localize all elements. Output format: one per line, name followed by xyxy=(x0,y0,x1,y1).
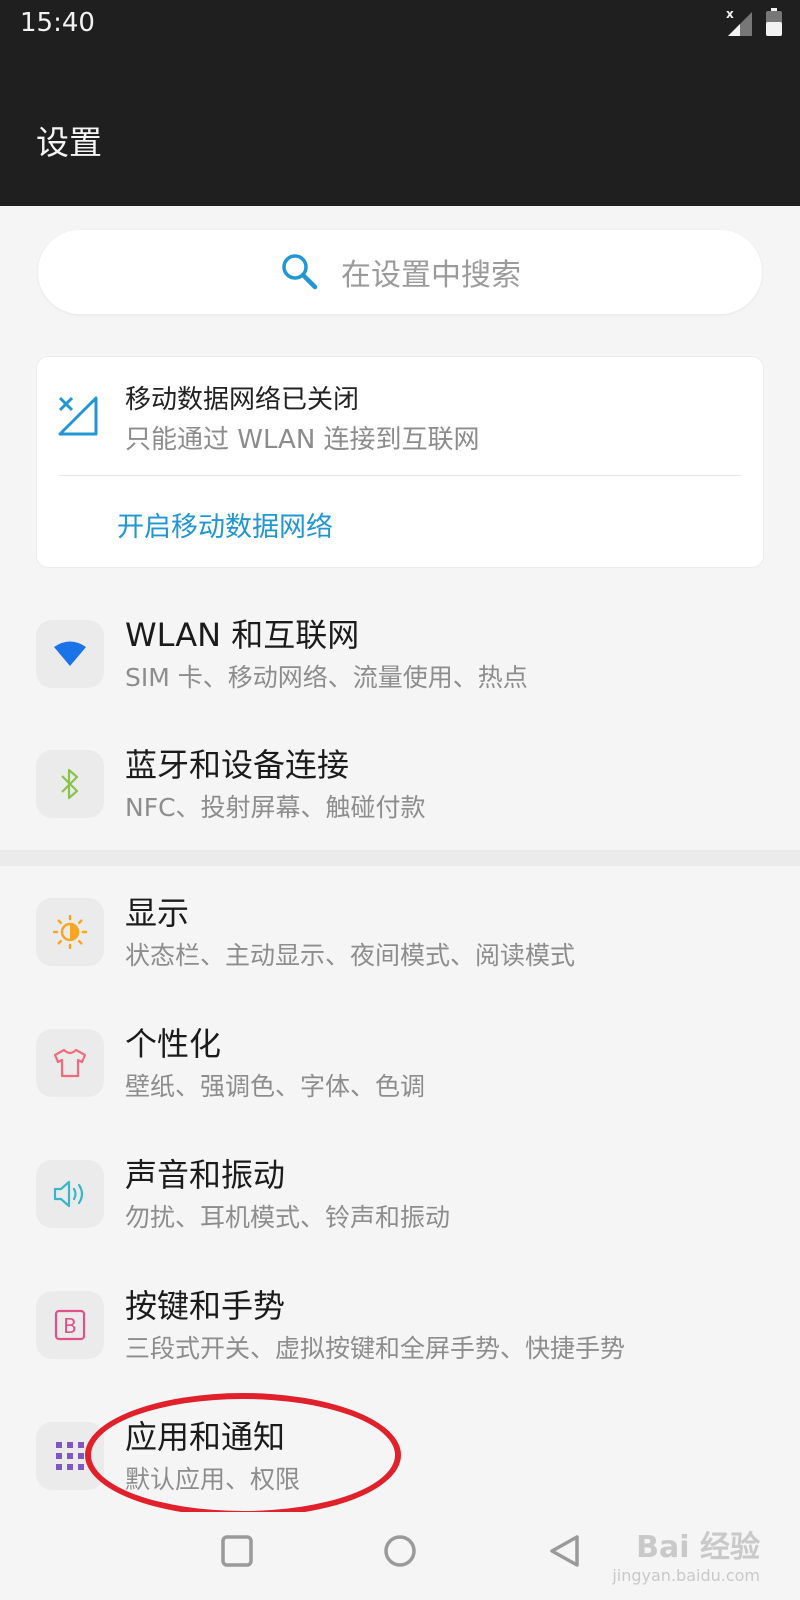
settings-item-subtitle: 勿扰、耳机模式、铃声和振动 xyxy=(125,1203,451,1232)
settings-item-personalization[interactable]: 个性化 壁纸、强调色、字体、色调 xyxy=(0,1025,800,1149)
settings-item-subtitle: 壁纸、强调色、字体、色调 xyxy=(125,1072,426,1101)
settings-item-title: 蓝牙和设备连接 xyxy=(125,746,350,784)
home-button[interactable] xyxy=(383,1534,417,1568)
bluetooth-icon xyxy=(36,750,104,818)
svg-text:x: x xyxy=(726,8,734,21)
speaker-icon xyxy=(36,1160,104,1228)
settings-item-subtitle: SIM 卡、移动网络、流量使用、热点 xyxy=(125,663,528,692)
baidu-watermark: Bai 经验 jingyan.baidu.com xyxy=(612,1522,760,1585)
divider xyxy=(59,475,741,476)
status-icons: x xyxy=(726,8,782,40)
card-subtitle: 只能通过 WLAN 连接到互联网 xyxy=(125,425,480,455)
settings-item-sound[interactable]: 声音和振动 勿扰、耳机模式、铃声和振动 xyxy=(0,1156,800,1280)
settings-item-title: 个性化 xyxy=(125,1025,222,1063)
button-b-icon: B xyxy=(36,1291,104,1359)
signal-off-icon: x xyxy=(726,8,752,36)
watermark-url: jingyan.baidu.com xyxy=(612,1566,760,1585)
mobile-data-off-card: 移动数据网络已关闭 只能通过 WLAN 连接到互联网 开启移动数据网络 xyxy=(36,356,764,568)
settings-item-title: 声音和振动 xyxy=(125,1156,286,1194)
settings-item-subtitle: 状态栏、主动显示、夜间模式、阅读模式 xyxy=(125,941,576,970)
top-app-bar: 15:40 x 设置 xyxy=(0,0,800,206)
section-divider xyxy=(0,850,800,866)
search-bar[interactable]: 在设置中搜索 xyxy=(38,230,762,314)
highlight-ellipse-annotation xyxy=(85,1393,401,1517)
settings-item-title: 显示 xyxy=(125,894,190,932)
enable-mobile-data-link[interactable]: 开启移动数据网络 xyxy=(117,505,333,544)
card-title: 移动数据网络已关闭 xyxy=(125,385,360,415)
settings-item-title: 按键和手势 xyxy=(125,1287,286,1325)
page-title: 设置 xyxy=(36,123,102,162)
back-button[interactable] xyxy=(548,1534,582,1568)
tshirt-icon xyxy=(36,1029,104,1097)
settings-item-display[interactable]: 显示 状态栏、主动显示、夜间模式、阅读模式 xyxy=(0,894,800,1018)
mobile-data-off-icon xyxy=(58,396,98,436)
wifi-icon xyxy=(36,620,104,688)
status-time: 15:40 xyxy=(20,8,95,38)
search-placeholder: 在设置中搜索 xyxy=(341,258,521,293)
settings-item-wlan[interactable]: WLAN 和互联网 SIM 卡、移动网络、流量使用、热点 xyxy=(0,616,800,740)
search-icon xyxy=(282,254,318,290)
battery-icon xyxy=(766,8,782,36)
watermark-brand: Bai 经验 xyxy=(636,1530,760,1565)
settings-item-subtitle: 三段式开关、虚拟按键和全屏手势、快捷手势 xyxy=(125,1334,626,1363)
settings-item-subtitle: NFC、投射屏幕、触碰付款 xyxy=(125,793,426,822)
svg-text:B: B xyxy=(63,1314,77,1338)
settings-item-title: WLAN 和互联网 xyxy=(125,616,360,654)
brightness-icon xyxy=(36,898,104,966)
settings-item-buttons-gestures[interactable]: B 按键和手势 三段式开关、虚拟按键和全屏手势、快捷手势 xyxy=(0,1287,800,1411)
recent-apps-button[interactable] xyxy=(220,1534,254,1568)
